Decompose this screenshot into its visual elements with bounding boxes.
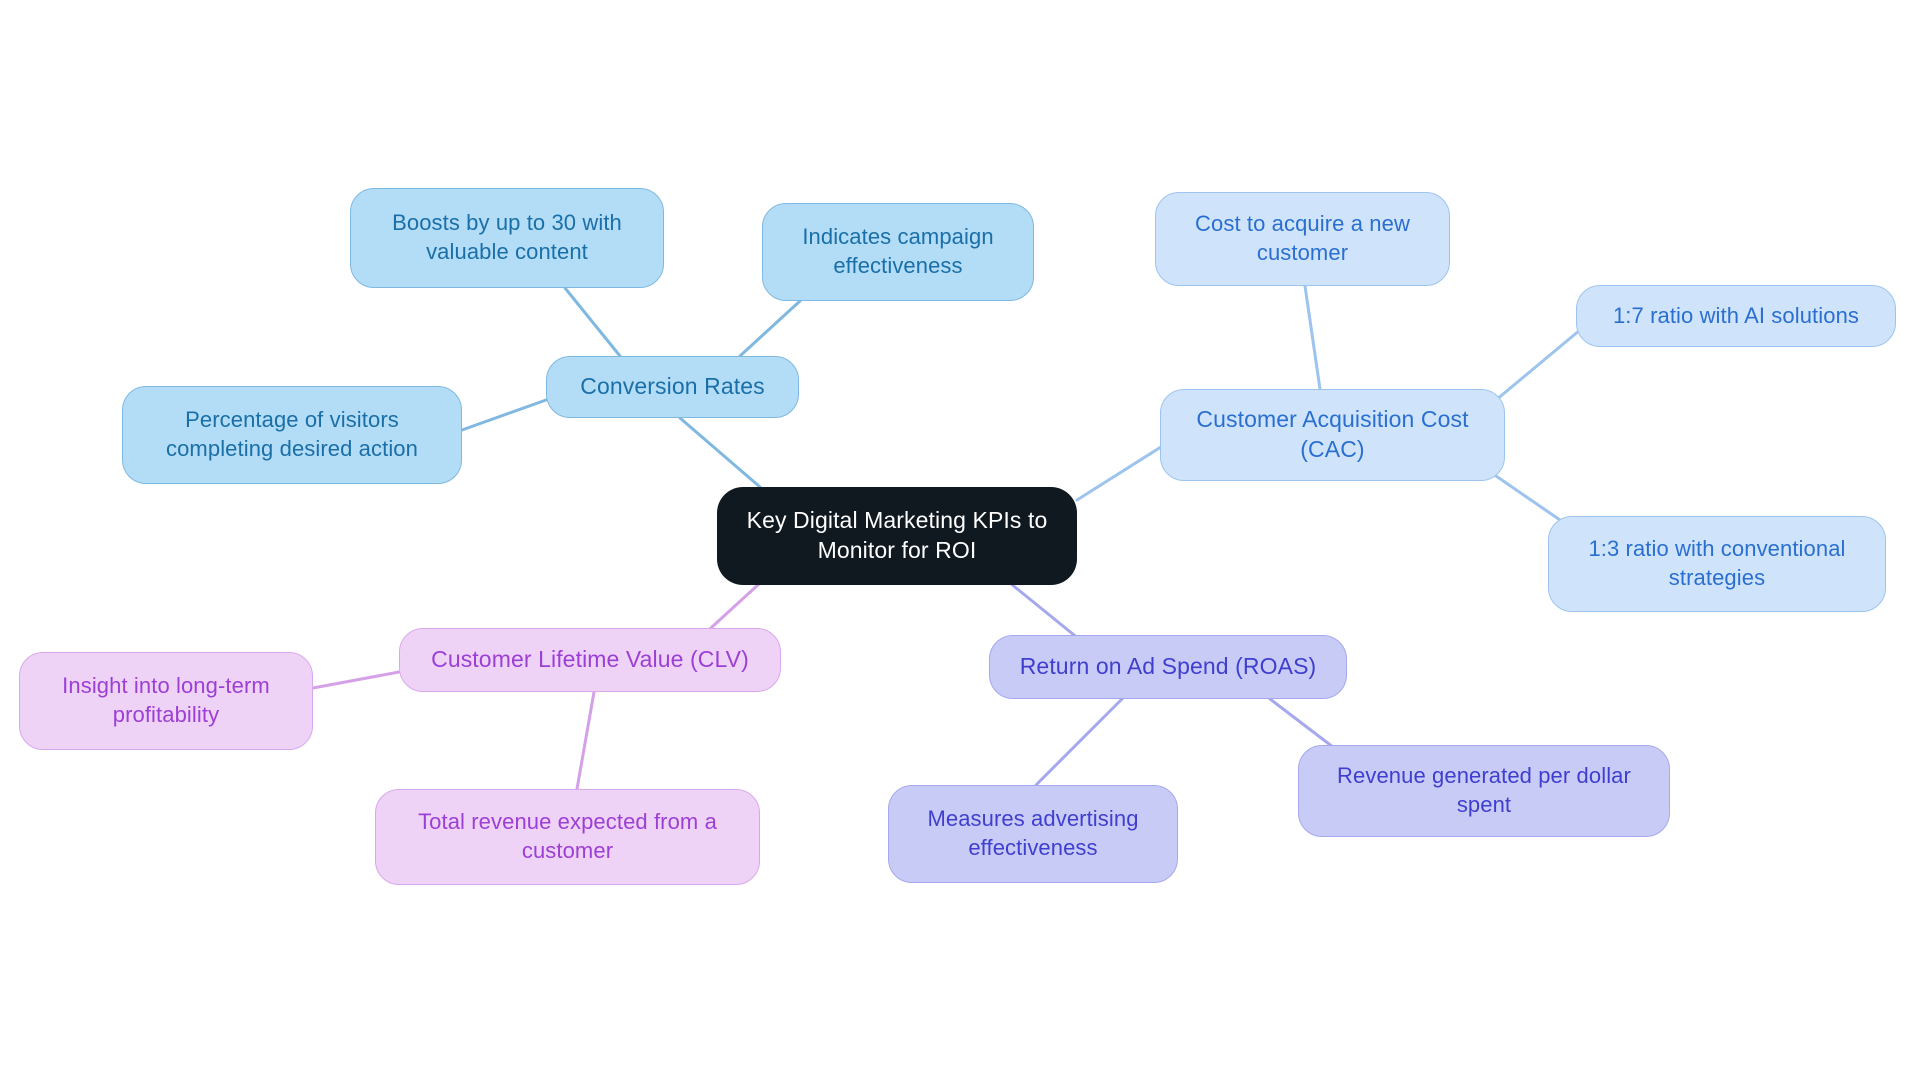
mindmap-edge — [311, 670, 401, 690]
mindmap-node-indicates-campaign-effectiveness[interactable]: Indicates campaign effectiveness — [762, 203, 1034, 301]
mindmap-edge — [1488, 328, 1582, 407]
mindmap-edge — [575, 690, 596, 791]
mindmap-node-return-on-ad-spend[interactable]: Return on Ad Spend (ROAS) — [989, 635, 1347, 699]
mindmap-node-measures-advertising-effectiveness[interactable]: Measures advertising effectiveness — [888, 785, 1178, 883]
mindmap-node-customer-lifetime-value[interactable]: Customer Lifetime Value (CLV) — [399, 628, 781, 692]
mindmap-node-customer-acquisition-cost[interactable]: Customer Acquisition Cost (CAC) — [1160, 389, 1505, 481]
mindmap-edge — [1075, 438, 1174, 502]
mindmap-edge — [1303, 284, 1322, 391]
mindmap-edge — [738, 299, 802, 358]
mindmap-edge — [563, 286, 622, 358]
mindmap-node-ratio-1-7-ai-solutions[interactable]: 1:7 ratio with AI solutions — [1576, 285, 1896, 347]
mindmap-node-percentage-visitors-desired-action[interactable]: Percentage of visitors completing desire… — [122, 386, 462, 484]
mindmap-node-root[interactable]: Key Digital Marketing KPIs to Monitor fo… — [717, 487, 1077, 585]
mindmap-node-boosts-30-valuable-content[interactable]: Boosts by up to 30 with valuable content — [350, 188, 664, 288]
mindmap-node-insight-long-term-profitability[interactable]: Insight into long-term profitability — [19, 652, 313, 750]
mindmap-node-ratio-1-3-conventional-strategies[interactable]: 1:3 ratio with conventional strategies — [1548, 516, 1886, 612]
mindmap-edge — [678, 416, 762, 489]
mindmap-node-cost-to-acquire-new-customer[interactable]: Cost to acquire a new customer — [1155, 192, 1450, 286]
mindmap-edge — [460, 398, 548, 432]
mindmap-canvas: Key Digital Marketing KPIs to Monitor fo… — [0, 0, 1920, 1083]
mindmap-node-conversion-rates[interactable]: Conversion Rates — [546, 356, 799, 418]
mindmap-node-total-revenue-from-customer[interactable]: Total revenue expected from a customer — [375, 789, 760, 885]
mindmap-edge — [1034, 697, 1124, 787]
mindmap-node-revenue-per-dollar-spent[interactable]: Revenue generated per dollar spent — [1298, 745, 1670, 837]
